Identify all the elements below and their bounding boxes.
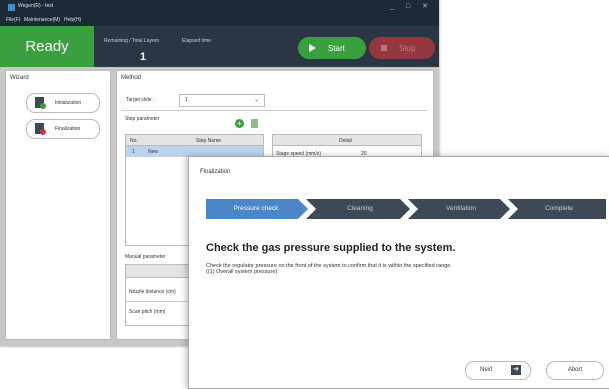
nozzle-distance-label: Nozzle distance (cm) (129, 289, 176, 295)
start-label: Start (328, 44, 345, 53)
stop-icon (381, 45, 387, 51)
target-slide-value: 1 (185, 97, 188, 103)
step-table-header: No. Step Name (126, 135, 263, 146)
detail-header: Detail (339, 138, 352, 144)
instruction-line-2: ((1) Overall system pressure) (206, 269, 278, 275)
row-number: 1 (132, 149, 135, 155)
finalization-label: Finalization (55, 126, 81, 132)
finalization-dialog: Finalization Pressure check Cleaning Ven… (188, 156, 609, 389)
next-label: Next (480, 367, 493, 373)
remaining-layers-label: Remaining / Total Layers (104, 38, 159, 44)
column-header-no: No. (130, 138, 138, 144)
step-label: Complete (545, 205, 573, 212)
initialization-status-dot (40, 103, 46, 109)
column-header-step-name: Step Name (196, 138, 222, 144)
wizard-title: Wizard (10, 75, 29, 81)
ready-status: Ready (0, 26, 94, 67)
wizard-panel: Wizard Initialization Finalization (5, 70, 111, 340)
step-ventilation: Ventilation (412, 199, 510, 219)
finalization-status-dot (40, 129, 46, 135)
window-controls[interactable]: _ □ ✕ (390, 2, 433, 10)
stop-label: Stop (399, 44, 416, 53)
step-label: Ventilation (446, 205, 476, 212)
abort-label: Abort (567, 367, 583, 373)
scan-pitch-label: Scan pitch (mm) (129, 309, 166, 315)
menu-help[interactable]: Help(H) (64, 17, 81, 23)
manual-parameter-label: Manual parameter (125, 254, 166, 260)
row-step-name: New (148, 149, 159, 155)
start-button[interactable]: Start (298, 37, 366, 59)
divider (121, 110, 427, 111)
divider (126, 301, 188, 302)
app-icon (8, 4, 15, 11)
step-cleaning: Cleaning (310, 199, 410, 219)
method-title: Method (121, 75, 142, 81)
arrow-right-icon: ➜ (511, 365, 521, 375)
next-button[interactable]: Next ➜ (465, 361, 531, 380)
remaining-layers-value: 1 (140, 51, 147, 63)
title-bar: Wegen(R) - test _ □ ✕ (0, 0, 439, 15)
step-label: Cleaning (347, 205, 373, 212)
instruction-heading: Check the gas pressure supplied to the s… (206, 242, 456, 254)
step-label: Pressure check (233, 205, 279, 212)
dialog-title: Finalization (200, 169, 231, 175)
initialization-button[interactable]: Initialization (26, 93, 100, 113)
delete-step-button[interactable] (251, 119, 258, 128)
add-step-button[interactable]: + (235, 119, 244, 128)
initialization-label: Initialization (55, 100, 82, 106)
manual-parameter-table: Nozzle distance (cm) Scan pitch (mm) (125, 264, 189, 326)
stop-button[interactable]: Stop (369, 37, 435, 59)
step-pressure-check: Pressure check (206, 199, 306, 219)
wizard-steps: Pressure check Cleaning Ventilation Comp… (206, 199, 606, 219)
detail-table-header: Detail (273, 135, 421, 146)
manual-table-header (126, 265, 188, 278)
menu-maintenance[interactable]: Maintenance(M) (24, 17, 60, 23)
play-icon (309, 44, 316, 52)
finalization-button[interactable]: Finalization (26, 119, 100, 139)
elapsed-time-label: Elapsed time (182, 38, 211, 44)
step-complete: Complete (512, 199, 606, 219)
instruction-text: Check the regulator pressure on the fron… (206, 263, 452, 275)
menu-file[interactable]: File(F) (6, 17, 20, 23)
abort-button[interactable]: Abort (546, 361, 604, 380)
window-title: Wegen(R) - test (18, 3, 54, 9)
target-slide-label: Target slide : (126, 97, 155, 103)
target-slide-select[interactable]: 1 ⌄ (179, 94, 265, 107)
menu-bar: File(F) Maintenance(M) Help(H) (0, 15, 439, 26)
chevron-down-icon: ⌄ (253, 97, 259, 103)
step-parameter-label: Step parameter (125, 116, 160, 122)
